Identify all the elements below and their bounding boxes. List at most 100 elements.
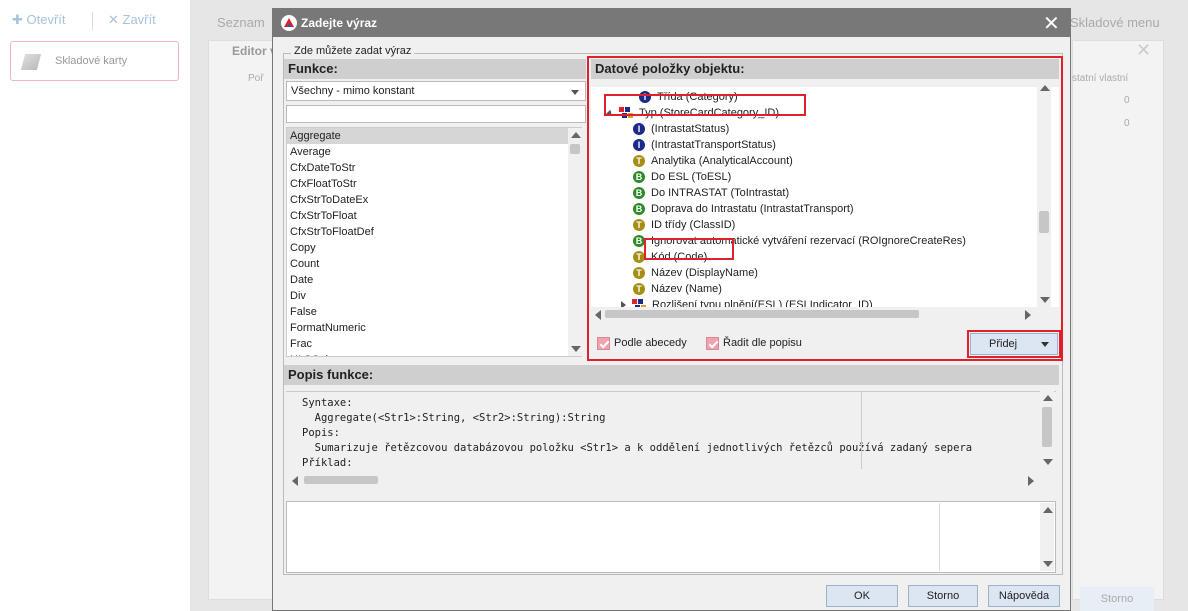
help-button[interactable]: Nápověda	[988, 585, 1060, 607]
scroll-thumb[interactable]	[570, 144, 580, 154]
store-cards-item[interactable]: Skladové karty	[10, 41, 179, 81]
scroll-left-icon[interactable]	[292, 476, 298, 486]
type-node-highlight	[604, 94, 806, 116]
scroll-down-icon[interactable]	[1043, 561, 1053, 567]
tab-list[interactable]: Seznam	[217, 15, 265, 30]
function-list-item[interactable]: Aggregate	[287, 128, 581, 144]
dialog-titlebar: Zadejte výraz ✕	[273, 9, 1070, 37]
checkbox-checked-icon	[597, 336, 610, 350]
tree-node-label: Do ESL (ToESL)	[651, 171, 732, 183]
tree-node[interactable]: T Název (Name)	[633, 281, 722, 297]
editor-window-left	[208, 40, 278, 600]
expression-editor[interactable]	[286, 501, 1056, 573]
tree-node[interactable]: T Název (DisplayName)	[633, 265, 758, 281]
function-list-item[interactable]: Date	[287, 272, 581, 288]
tree-node[interactable]: B Do ESL (ToESL)	[633, 169, 731, 185]
scroll-left-icon[interactable]	[595, 310, 601, 320]
scroll-up-icon[interactable]	[1043, 395, 1053, 401]
sort-alphabetical-checkbox[interactable]: Podle abecedy	[597, 336, 687, 350]
integer-type-icon: I	[633, 139, 645, 152]
description-header: Popis funkce:	[284, 365, 1059, 385]
function-list-scrollbar[interactable]	[568, 128, 582, 356]
add-button-label: Přidej	[989, 338, 1018, 350]
editor-window-right	[1072, 40, 1164, 600]
tree-node-label: Analytika (AnalyticalAccount)	[651, 155, 793, 167]
scroll-thumb[interactable]	[304, 476, 378, 484]
checkbox-checked-icon	[706, 336, 719, 350]
editor-title: Editor v	[232, 44, 277, 58]
description-hscrollbar[interactable]	[288, 473, 1038, 487]
chevron-down-icon	[1041, 342, 1049, 347]
description-divider	[861, 391, 862, 469]
function-list-item[interactable]: HLSColor	[287, 352, 581, 356]
function-list[interactable]: Aggregate Average CfxDateToStr CfxFloatToSt…	[286, 127, 582, 357]
sort-by-description-checkbox[interactable]: Řadit dle popisu	[706, 336, 802, 350]
editor-close-icon[interactable]: ✕	[1136, 40, 1151, 61]
close-button[interactable]: ✕ Zavřít	[108, 12, 156, 28]
dialog-close-icon[interactable]: ✕	[1043, 11, 1060, 36]
function-list-item[interactable]: FormatNumeric	[287, 320, 581, 336]
scroll-right-icon[interactable]	[1025, 310, 1031, 320]
tree-node[interactable]: Rozlišení typu plnění(ESL) (ESLIndicator…	[621, 297, 873, 307]
tree-node-label: ID třídy (ClassID)	[651, 219, 736, 231]
scroll-thumb[interactable]	[605, 310, 919, 318]
chevron-down-icon	[571, 90, 579, 95]
tree-node[interactable]: B Doprava do Intrastatu (IntrastatTranspo…	[633, 201, 854, 217]
background-storno-button[interactable]: Storno	[1080, 587, 1154, 611]
tree-node[interactable]: T ID třídy (ClassID)	[633, 217, 735, 233]
tree-hscrollbar[interactable]	[591, 307, 1035, 321]
scroll-right-icon[interactable]	[1028, 476, 1034, 486]
tree-node-label: Rozlišení typu plnění(ESL) (ESLIndicator…	[652, 299, 873, 307]
tab-store-menu[interactable]: Skladové menu	[1070, 15, 1160, 30]
function-search-input[interactable]	[286, 105, 586, 123]
close-label: Zavřít	[122, 12, 156, 27]
function-list-item[interactable]: CfxStrToFloat	[287, 208, 581, 224]
app-sidebar: ✚ Otevřít ✕ Zavřít Skladové karty	[0, 0, 190, 611]
function-list-item[interactable]: Average	[287, 144, 581, 160]
open-button[interactable]: ✚ Otevřít	[12, 12, 66, 28]
store-cards-icon	[20, 54, 42, 70]
column-header-left: Poř	[248, 73, 264, 84]
tree-node-label: (IntrastatTransportStatus)	[651, 139, 776, 151]
tree-node[interactable]: T Analytika (AnalyticalAccount)	[633, 153, 793, 169]
tree-scrollbar[interactable]	[1037, 81, 1051, 307]
tree-node[interactable]: B Do INTRASTAT (ToIntrastat)	[633, 185, 789, 201]
text-type-icon: T	[633, 267, 645, 280]
boolean-type-icon: B	[633, 171, 645, 184]
scroll-up-icon[interactable]	[1040, 85, 1050, 91]
toolbar-divider	[92, 12, 93, 30]
function-list-item[interactable]: Div	[287, 288, 581, 304]
function-list-item[interactable]: CfxDateToStr	[287, 160, 581, 176]
function-category-select[interactable]: Všechny - mimo konstant	[286, 81, 586, 101]
ok-button[interactable]: OK	[826, 585, 898, 607]
tree-node[interactable]: I (IntrastatTransportStatus)	[633, 137, 776, 153]
scroll-down-icon[interactable]	[1040, 297, 1050, 303]
scroll-up-icon[interactable]	[571, 132, 581, 138]
function-list-item[interactable]: Count	[287, 256, 581, 272]
app-toolbar: ✚ Otevřít ✕ Zavřít	[0, 0, 190, 40]
description-scrollbar[interactable]	[1040, 391, 1054, 469]
cancel-button[interactable]: Storno	[908, 585, 978, 607]
tree-node-label: (IntrastatStatus)	[651, 123, 730, 135]
function-list-item[interactable]: CfxStrToFloatDef	[287, 224, 581, 240]
function-list-item[interactable]: Frac	[287, 336, 581, 352]
function-list-item[interactable]: CfxStrToDateEx	[287, 192, 581, 208]
function-list-item[interactable]: CfxFloatToStr	[287, 176, 581, 192]
text-type-icon: T	[633, 283, 645, 296]
scroll-down-icon[interactable]	[571, 346, 581, 352]
data-items-tree[interactable]: I Třída (Category) Typ (StoreCardCategory_…	[591, 87, 1059, 307]
open-label: Otevřít	[26, 12, 66, 27]
scroll-thumb[interactable]	[1042, 407, 1052, 447]
tree-node-label: Název (DisplayName)	[651, 267, 758, 279]
code-node-highlight	[644, 238, 734, 260]
tree-node-label: Název (Name)	[651, 283, 722, 295]
function-list-item[interactable]: False	[287, 304, 581, 320]
dialog-title: Zadejte výraz	[301, 16, 378, 30]
scroll-down-icon[interactable]	[1043, 459, 1053, 465]
scroll-thumb[interactable]	[1039, 211, 1049, 233]
add-button[interactable]: Přidej	[970, 333, 1058, 355]
scroll-up-icon[interactable]	[1043, 507, 1053, 513]
expression-scrollbar[interactable]	[1040, 503, 1054, 571]
function-list-item[interactable]: Copy	[287, 240, 581, 256]
tree-node[interactable]: I (IntrastatStatus)	[633, 121, 729, 137]
